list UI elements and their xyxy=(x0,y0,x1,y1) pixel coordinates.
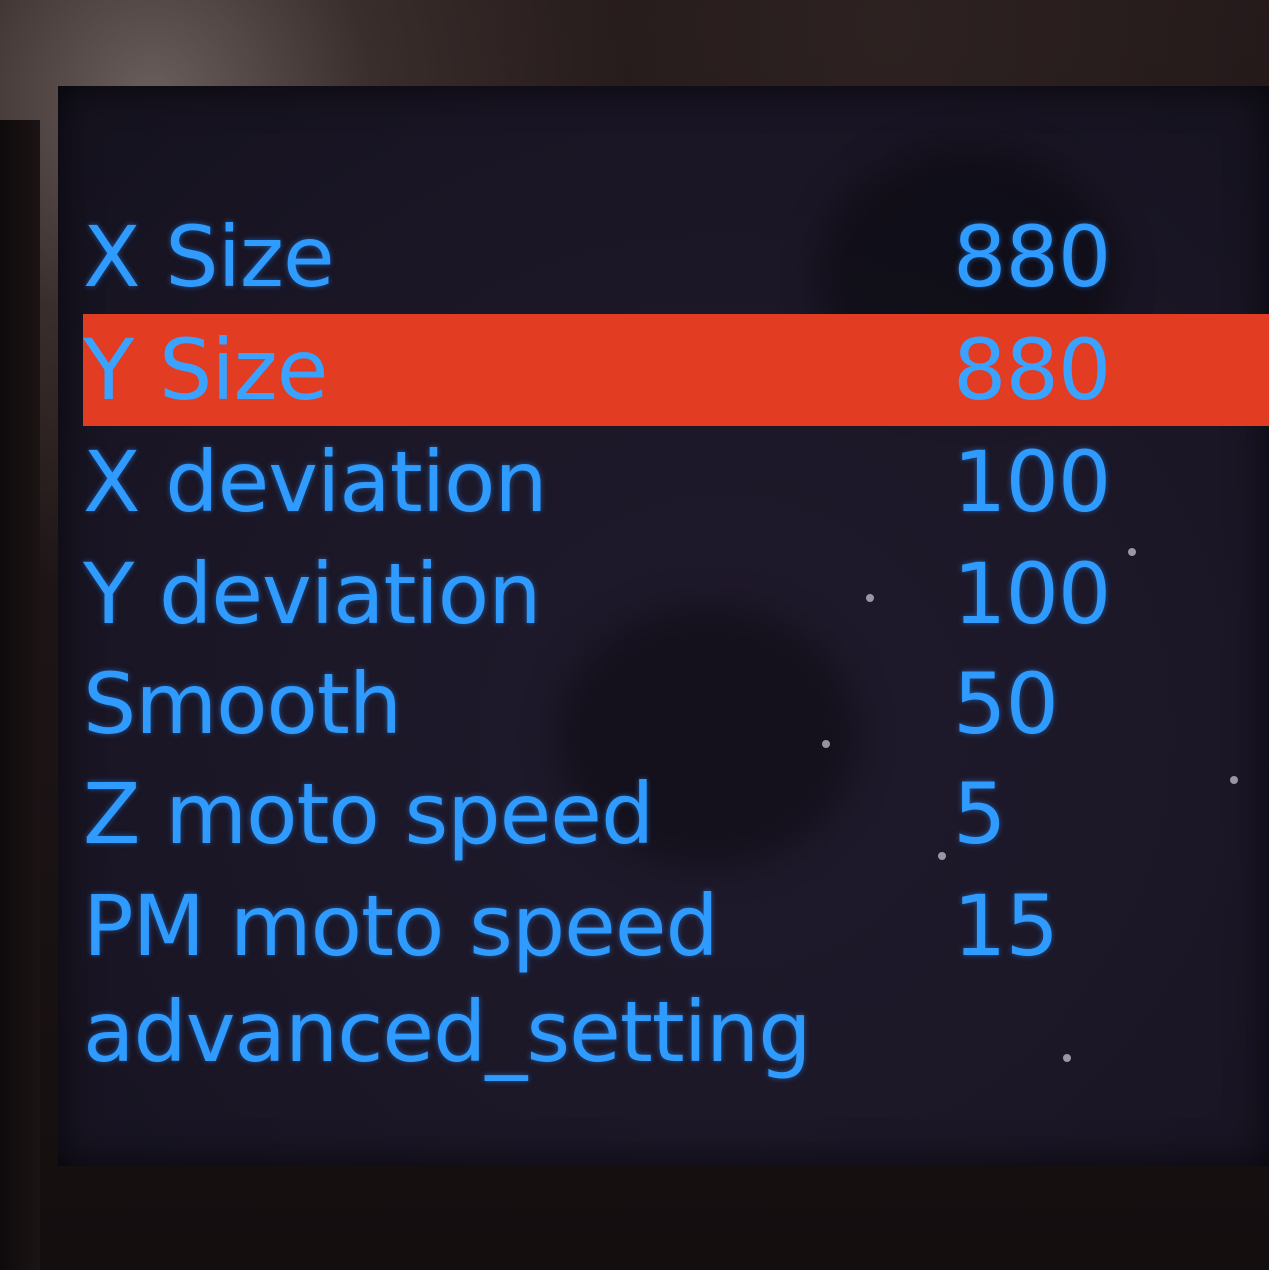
menu-item-value: 100 xyxy=(953,545,1111,643)
menu-item-y-deviation[interactable]: Y deviation 100 xyxy=(83,538,1269,650)
menu-item-smooth[interactable]: Smooth 50 xyxy=(83,648,1269,760)
menu-item-value: 100 xyxy=(953,433,1111,531)
menu-item-value: 880 xyxy=(953,321,1111,419)
menu-item-x-size[interactable]: X Size 880 xyxy=(83,201,1269,313)
menu-item-label: Y deviation xyxy=(83,545,541,643)
menu-item-label: Z moto speed xyxy=(83,765,654,863)
menu-item-label: X deviation xyxy=(83,433,548,531)
menu-item-y-size[interactable]: Y Size 880 xyxy=(83,314,1269,426)
menu-item-value: 50 xyxy=(953,655,1059,753)
bezel-edge xyxy=(0,120,40,1270)
menu-item-advanced-setting[interactable]: advanced_setting xyxy=(83,976,1269,1088)
menu-item-pm-moto-speed[interactable]: PM moto speed 15 xyxy=(83,870,1269,982)
menu-item-value: 15 xyxy=(953,877,1059,975)
menu-item-label: Y Size xyxy=(83,321,328,419)
menu-item-z-moto-speed[interactable]: Z moto speed 5 xyxy=(83,758,1269,870)
menu-item-label: X Size xyxy=(83,208,335,306)
settings-menu: X Size 880 Y Size 880 X deviation 100 Y … xyxy=(58,86,1269,1166)
menu-item-label: Smooth xyxy=(83,655,402,753)
lcd-screen: X Size 880 Y Size 880 X deviation 100 Y … xyxy=(58,86,1269,1166)
menu-item-value: 880 xyxy=(953,208,1111,306)
menu-item-x-deviation[interactable]: X deviation 100 xyxy=(83,426,1269,538)
menu-item-label: PM moto speed xyxy=(83,877,719,975)
menu-item-label: advanced_setting xyxy=(83,983,812,1081)
menu-item-value: 5 xyxy=(953,765,1006,863)
